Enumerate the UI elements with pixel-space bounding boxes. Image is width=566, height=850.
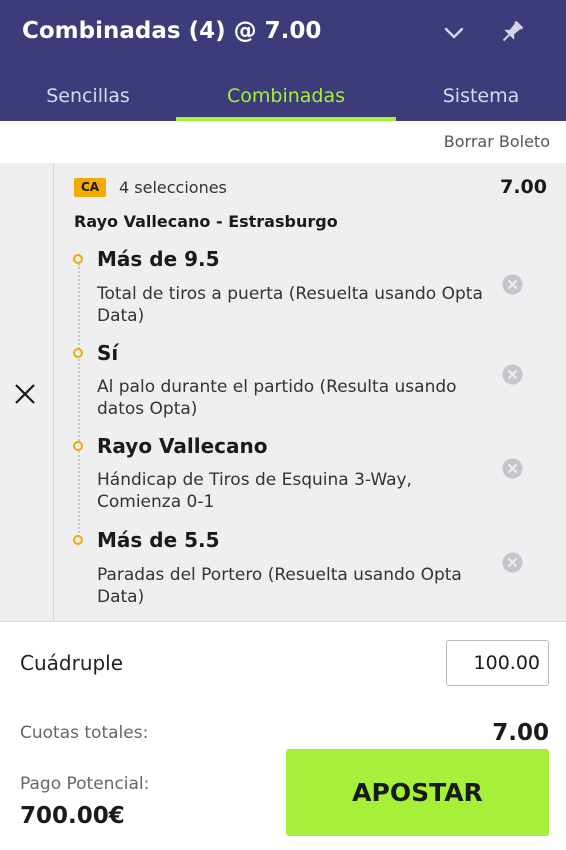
bet-type-label: Cuádruple: [20, 651, 124, 675]
tab-sencillas[interactable]: Sencillas: [0, 76, 176, 121]
bet-type-badge: CA: [74, 178, 106, 197]
clear-betslip-link[interactable]: Borrar Boleto: [444, 132, 550, 151]
total-odds-value: 7.00: [492, 720, 549, 746]
circle-x-icon[interactable]: [502, 364, 523, 385]
potential-payout-value: 700.00€: [20, 803, 125, 829]
legs-timeline: [78, 264, 80, 544]
circle-x-icon[interactable]: [502, 274, 523, 295]
total-odds-label: Cuotas totales:: [20, 723, 149, 743]
leg-selection: Sí: [97, 341, 119, 365]
betslip-tabs: Sencillas Combinadas Sistema: [0, 76, 566, 121]
chevron-down-icon[interactable]: [441, 20, 467, 46]
leg-marker: [73, 348, 83, 358]
place-bet-button[interactable]: APOSTAR: [286, 749, 549, 836]
active-tab-indicator: [176, 117, 396, 121]
tab-sistema[interactable]: Sistema: [396, 76, 566, 121]
leg-market: Hándicap de Tiros de Esquina 3-Way, Comi…: [97, 470, 412, 512]
leg-selection: Rayo Vallecano: [97, 434, 268, 458]
circle-x-icon[interactable]: [502, 552, 523, 573]
slip-total-odds: 7.00: [500, 176, 547, 198]
betslip-header: Combinadas (4) @ 7.00 Sencillas Combinad…: [0, 0, 566, 121]
leg-selection: Más de 5.5: [97, 528, 220, 552]
leg-market: Total de tiros a puerta (Resuelta usando…: [97, 284, 483, 326]
selection-count: 4 selecciones: [119, 178, 227, 197]
betslip-title: Combinadas (4) @ 7.00: [22, 18, 322, 44]
leg-market: Paradas del Portero (Resuelta usando Opt…: [97, 565, 462, 607]
stake-input[interactable]: [446, 640, 549, 686]
pin-icon[interactable]: [498, 18, 526, 46]
close-icon[interactable]: [12, 381, 38, 407]
circle-x-icon[interactable]: [502, 458, 523, 479]
leg-marker: [73, 254, 83, 264]
panel-left-column: [0, 163, 54, 621]
divider: [0, 621, 566, 622]
leg-market: Al palo durante el partido (Resulta usan…: [97, 377, 457, 419]
leg-marker: [73, 535, 83, 545]
tab-combinadas[interactable]: Combinadas: [176, 76, 396, 121]
event-name: Rayo Vallecano - Estrasburgo: [74, 212, 338, 231]
potential-payout-label: Pago Potencial:: [20, 774, 150, 794]
leg-marker: [73, 441, 83, 451]
leg-selection: Más de 9.5: [97, 247, 220, 271]
